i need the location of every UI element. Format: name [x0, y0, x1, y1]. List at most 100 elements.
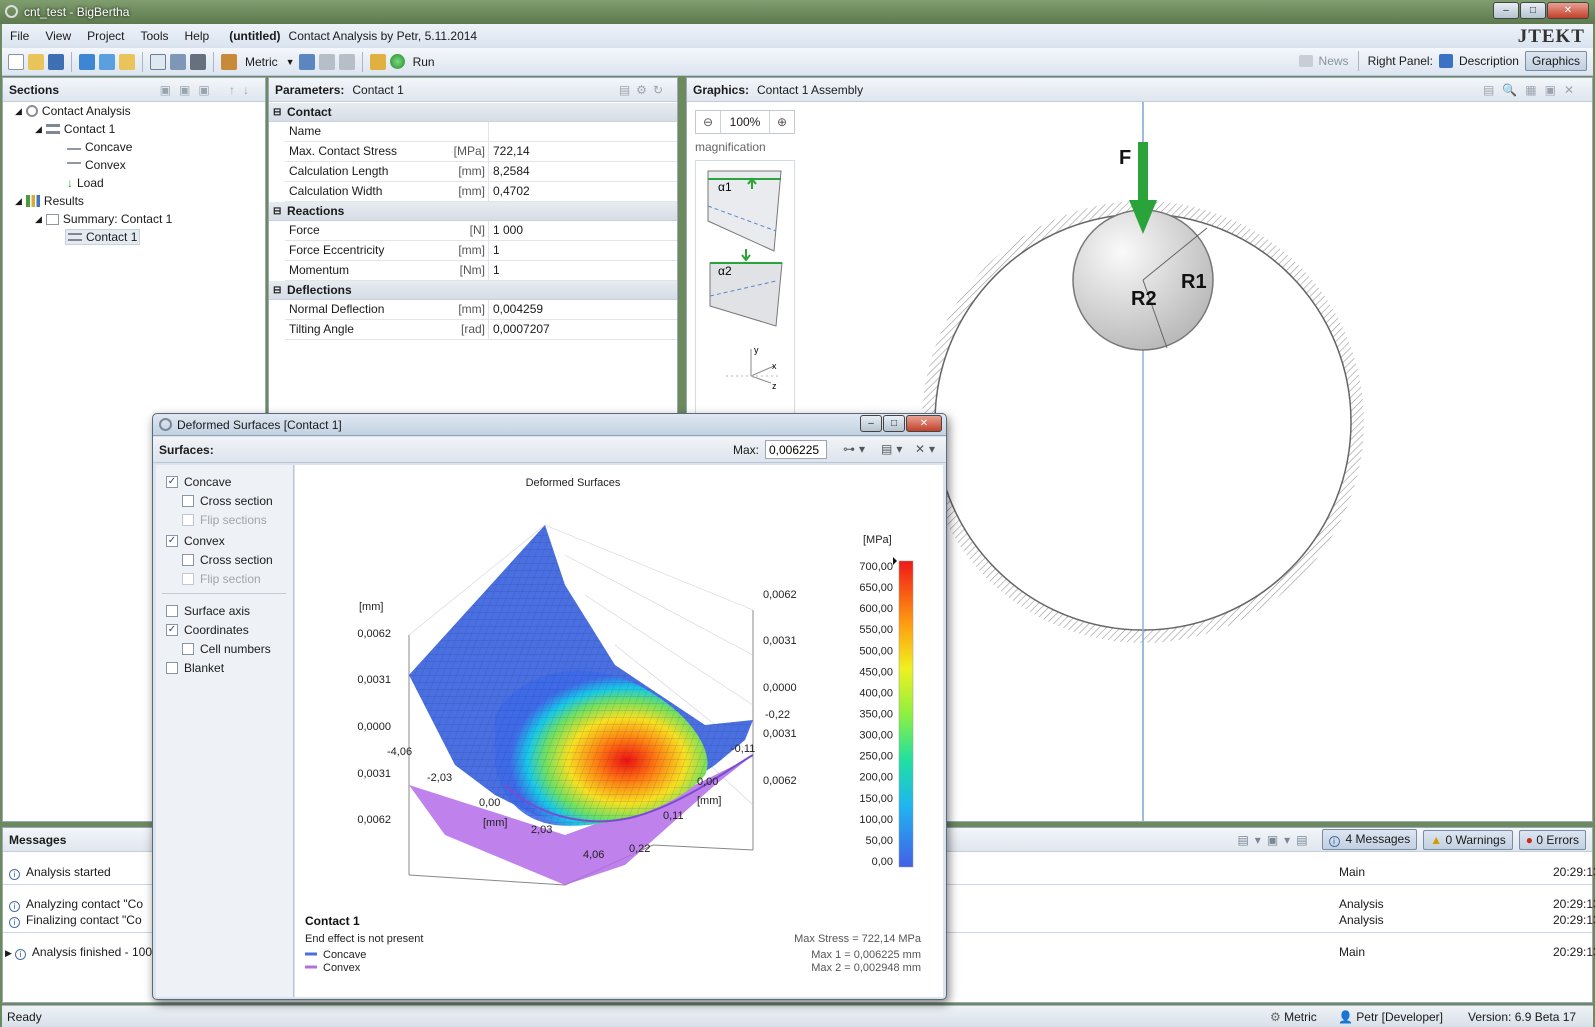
view-glasses-icon[interactable]: ⊶▾: [843, 442, 869, 456]
tree-load[interactable]: ↓ Load: [67, 176, 104, 190]
jtekt-logo: JTEKT: [1517, 26, 1585, 47]
tree-contact-analysis[interactable]: ◢ Contact Analysis: [15, 104, 131, 118]
messages-tools-icon[interactable]: ▤▾▣▾▤: [1237, 833, 1313, 847]
open-folder-icon[interactable]: [28, 53, 44, 70]
colorbar-tick: 700,00: [859, 561, 893, 573]
row-momentum[interactable]: Momentum [Nm] 1: [285, 261, 677, 281]
graphics-toggle[interactable]: Graphics: [1524, 51, 1587, 71]
tree-results[interactable]: ◢ Results: [15, 194, 84, 208]
max-input[interactable]: [765, 440, 827, 459]
colorbar-ticks: 700,00 650,00 600,00 550,00 500,00 450,00 400,…: [859, 561, 893, 868]
checkbox[interactable]: [182, 554, 194, 566]
window-title: cnt_test - BigBertha: [24, 5, 130, 19]
tree-view-icon[interactable]: [150, 53, 166, 70]
axis-z-label: z: [772, 381, 777, 391]
section-deflections[interactable]: ⊟ Deflections: [269, 281, 677, 300]
zoom-in-icon[interactable]: ⊕: [770, 115, 794, 129]
menu-tools[interactable]: Tools: [133, 29, 177, 43]
zoom-level[interactable]: 100%: [720, 111, 770, 133]
units-dropdown[interactable]: Metric: [245, 55, 278, 69]
colorbar-tick: 100,00: [859, 814, 893, 826]
run-button[interactable]: Run: [413, 55, 435, 69]
save-icon[interactable]: [48, 53, 64, 70]
row-normal-deflection[interactable]: Normal Deflection [mm] 0,004259: [285, 300, 677, 320]
dialog-titlebar[interactable]: Deformed Surfaces [Contact 1] – □ ✕: [153, 414, 946, 436]
tree-summary[interactable]: ◢ Summary: Contact 1: [35, 212, 172, 226]
print-preview-icon[interactable]: [338, 53, 355, 70]
status-user[interactable]: 👤 Petr [Developer]: [1338, 1010, 1443, 1024]
export-icon[interactable]: [99, 53, 115, 70]
option-blanket[interactable]: Blanket: [166, 661, 224, 675]
row-name[interactable]: Name: [285, 122, 677, 142]
row-force[interactable]: Force [N] 1 000: [285, 221, 677, 241]
option-cross-section[interactable]: Cross section: [182, 494, 273, 508]
y-tick: -0,22: [765, 709, 790, 721]
errors-button[interactable]: ● 0 Errors: [1518, 829, 1586, 850]
x-tick: 0,00: [479, 797, 500, 809]
menu-help[interactable]: Help: [177, 29, 218, 43]
layout-icon[interactable]: [170, 53, 186, 70]
magnification-label: magnification: [695, 140, 766, 154]
checkbox[interactable]: ✓: [166, 476, 178, 488]
sections-tools-icon[interactable]: ▣▣▣ ↑↓: [160, 83, 257, 97]
menu-project[interactable]: Project: [79, 29, 132, 43]
dialog-minimize-button[interactable]: –: [860, 415, 882, 432]
checkbox[interactable]: ✓: [166, 624, 178, 636]
checkbox[interactable]: ✓: [166, 535, 178, 547]
tools-icon[interactable]: [190, 53, 206, 70]
print-icon[interactable]: [318, 53, 335, 70]
colorbar-max-marker: [893, 557, 897, 565]
row-force-eccentricity[interactable]: Force Eccentricity [mm] 1: [285, 241, 677, 261]
chevron-down-icon[interactable]: ▼: [286, 57, 295, 67]
tree-concave[interactable]: Concave: [67, 140, 132, 154]
option-concave[interactable]: ✓ Concave: [166, 475, 231, 489]
graphics-tools-icon[interactable]: ▤🔍▦▣✕: [1483, 83, 1582, 97]
tree-result-contact-1[interactable]: Contact 1: [65, 229, 141, 245]
colorbar-tick: 0,00: [872, 856, 893, 868]
checkbox[interactable]: [166, 662, 178, 674]
parameters-tools-icon[interactable]: ▤⚙↻: [619, 83, 669, 97]
calculate-icon[interactable]: [369, 53, 386, 70]
checkbox[interactable]: [182, 643, 194, 655]
z-left-tick: 0,0000: [357, 721, 391, 733]
status-version: Version: 6.9 Beta 17: [1468, 1010, 1577, 1024]
dialog-close-button[interactable]: ✕: [906, 415, 942, 432]
news-button[interactable]: News: [1319, 54, 1349, 68]
section-reactions[interactable]: ⊟ Reactions: [269, 202, 677, 221]
description-button[interactable]: Description: [1459, 54, 1519, 68]
option-surface-axis[interactable]: Surface axis: [166, 604, 250, 618]
option-cross-section[interactable]: Cross section: [182, 553, 273, 567]
option-cell-numbers[interactable]: Cell numbers: [182, 642, 271, 656]
tree-contact-1[interactable]: ◢ Contact 1: [35, 122, 115, 136]
row-max-contact-stress[interactable]: Max. Contact Stress [MPa] 722,14: [285, 142, 677, 162]
menu-file[interactable]: File: [2, 29, 37, 43]
option-coordinates[interactable]: ✓ Coordinates: [166, 623, 249, 637]
document-state: (untitled): [229, 29, 281, 43]
import-icon[interactable]: [79, 53, 95, 70]
dialog-maximize-button[interactable]: □: [883, 415, 905, 432]
table-icon[interactable]: [298, 53, 315, 70]
warnings-button[interactable]: ▲ 0 Warnings: [1423, 829, 1513, 850]
new-file-icon[interactable]: [8, 53, 24, 70]
edit-icon[interactable]: [221, 53, 237, 70]
section-contact[interactable]: ⊟ Contact: [269, 103, 677, 122]
close-button[interactable]: ✕: [1547, 2, 1589, 19]
messages-count-button[interactable]: i4 Messages: [1321, 829, 1418, 850]
minimize-button[interactable]: –: [1493, 2, 1519, 19]
run-icon[interactable]: [389, 54, 405, 69]
settings-tools-icon[interactable]: ✕▾: [915, 442, 939, 456]
menu-view[interactable]: View: [37, 29, 79, 43]
checkbox[interactable]: [166, 605, 178, 617]
row-calculation-length[interactable]: Calculation Length [mm] 8,2584: [285, 162, 677, 182]
copy-icon[interactable]: ▤▾: [881, 442, 906, 456]
maximize-button[interactable]: □: [1520, 2, 1546, 19]
recent-folder-icon[interactable]: [119, 53, 135, 70]
colorbar-tick: 650,00: [859, 582, 893, 594]
row-tilting-angle[interactable]: Tilting Angle [rad] 0,0007207: [285, 320, 677, 340]
zoom-out-icon[interactable]: ⊖: [696, 115, 720, 129]
checkbox[interactable]: [182, 495, 194, 507]
row-calculation-width[interactable]: Calculation Width [mm] 0,4702: [285, 182, 677, 202]
status-units[interactable]: ⚙ Metric: [1270, 1010, 1317, 1024]
tree-convex[interactable]: Convex: [67, 158, 126, 172]
option-convex[interactable]: ✓ Convex: [166, 534, 225, 548]
